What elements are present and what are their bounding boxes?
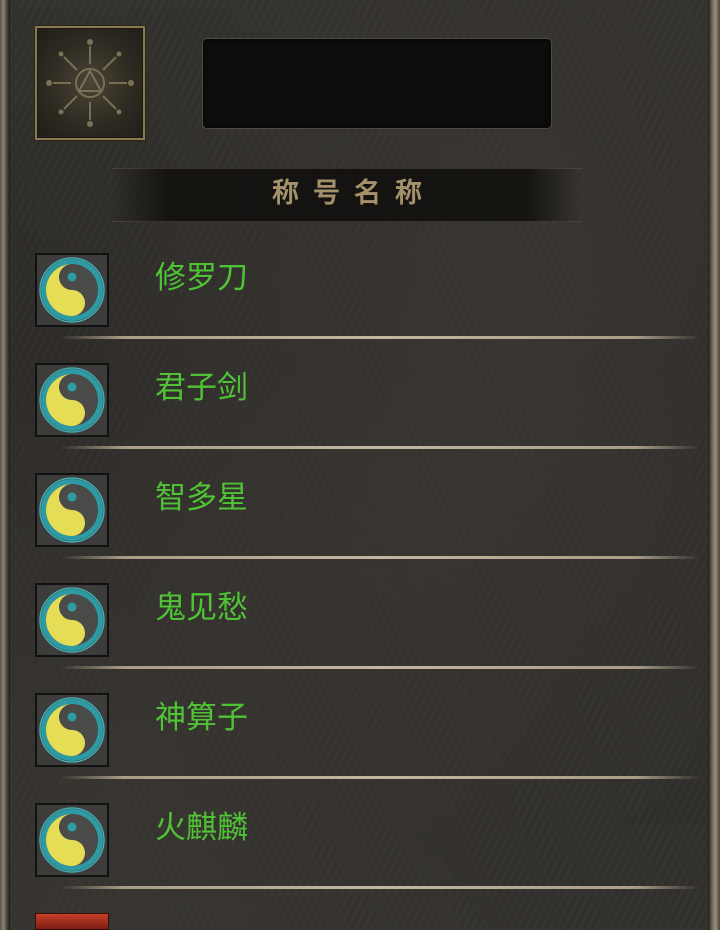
column-header-title-name: 称号名称 bbox=[272, 178, 436, 209]
title-name-field[interactable] bbox=[202, 38, 552, 129]
title-label: 修罗刀 bbox=[155, 260, 248, 296]
title-panel: 称号名称 修罗刀君子剑智多星鬼见愁神算子火麒麟 bbox=[0, 0, 720, 930]
title-row[interactable]: 君子剑 bbox=[0, 330, 720, 449]
row-divider bbox=[60, 886, 700, 889]
title-label: 鬼见愁 bbox=[155, 590, 248, 626]
sun-emblem-icon bbox=[35, 26, 145, 140]
yin-yang-icon bbox=[35, 253, 109, 327]
title-label: 智多星 bbox=[155, 480, 248, 516]
title-row[interactable]: 鬼见愁 bbox=[0, 550, 720, 669]
title-row[interactable]: 修罗刀 bbox=[0, 220, 720, 339]
title-label: 神算子 bbox=[155, 700, 248, 736]
title-label: 君子剑 bbox=[155, 370, 248, 406]
yin-yang-icon bbox=[35, 473, 109, 547]
title-row[interactable]: 智多星 bbox=[0, 440, 720, 559]
title-row[interactable]: 火麒麟 bbox=[0, 770, 720, 889]
yin-yang-icon bbox=[35, 363, 109, 437]
title-row[interactable]: 神算子 bbox=[0, 660, 720, 779]
title-label: 火麒麟 bbox=[155, 810, 248, 846]
next-title-icon-partial[interactable] bbox=[35, 913, 109, 930]
yin-yang-icon bbox=[35, 803, 109, 877]
yin-yang-icon bbox=[35, 693, 109, 767]
yin-yang-icon bbox=[35, 583, 109, 657]
